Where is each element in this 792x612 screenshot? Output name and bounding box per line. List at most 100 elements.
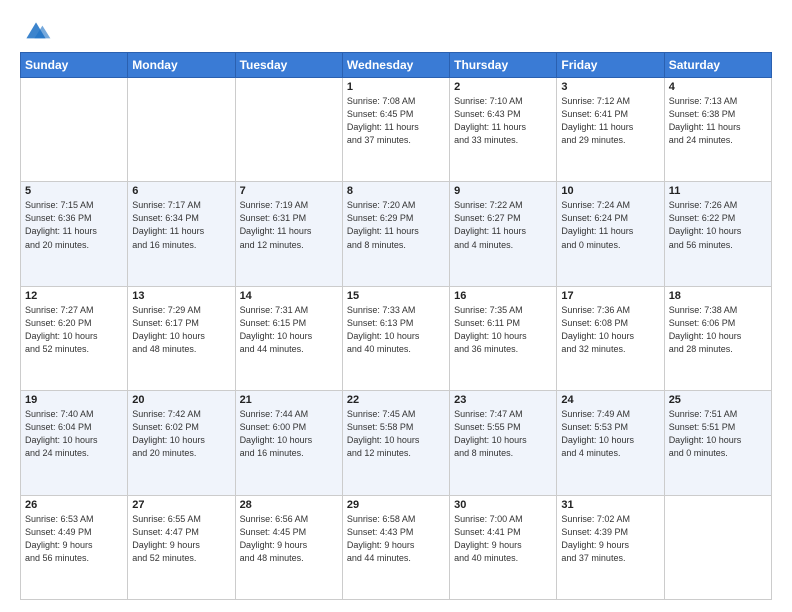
day-number: 13 <box>132 290 230 302</box>
calendar-cell: 21 Sunrise: 7:44 AM Sunset: 6:00 PM Dayli… <box>235 391 342 495</box>
weekday-header-saturday: Saturday <box>664 53 771 78</box>
week-row-1: 1 Sunrise: 7:08 AM Sunset: 6:45 PM Daylig… <box>21 78 772 182</box>
weekday-header-sunday: Sunday <box>21 53 128 78</box>
calendar-cell <box>21 78 128 182</box>
day-number: 19 <box>25 394 123 406</box>
day-number: 18 <box>669 290 767 302</box>
calendar-cell: 3 Sunrise: 7:12 AM Sunset: 6:41 PM Daylig… <box>557 78 664 182</box>
day-number: 12 <box>25 290 123 302</box>
calendar-cell: 20 Sunrise: 7:42 AM Sunset: 6:02 PM Dayli… <box>128 391 235 495</box>
calendar-cell: 4Sunrise: 7:13 AM Sunset: 6:38 PM Daylig… <box>664 78 771 182</box>
day-number: 30 <box>454 499 552 511</box>
day-number: 29 <box>347 499 445 511</box>
day-number: 17 <box>561 290 659 302</box>
day-info: Sunrise: 6:55 AM Sunset: 4:47 PM Dayligh… <box>132 513 230 565</box>
calendar-cell: 10Sunrise: 7:24 AM Sunset: 6:24 PM Dayli… <box>557 182 664 286</box>
day-info: Sunrise: 7:36 AM Sunset: 6:08 PM Dayligh… <box>561 304 659 356</box>
day-number: 8 <box>347 185 445 197</box>
day-number: 6 <box>132 185 230 197</box>
week-row-3: 12 Sunrise: 7:27 AM Sunset: 6:20 PM Dayli… <box>21 286 772 390</box>
calendar-cell: 26 Sunrise: 6:53 AM Sunset: 4:49 PM Dayli… <box>21 495 128 599</box>
calendar-cell: 25 Sunrise: 7:51 AM Sunset: 5:51 PM Dayli… <box>664 391 771 495</box>
calendar-cell: 27 Sunrise: 6:55 AM Sunset: 4:47 PM Dayli… <box>128 495 235 599</box>
day-number: 20 <box>132 394 230 406</box>
calendar-cell: 7 Sunrise: 7:19 AM Sunset: 6:31 PM Daylig… <box>235 182 342 286</box>
week-row-5: 26 Sunrise: 6:53 AM Sunset: 4:49 PM Dayli… <box>21 495 772 599</box>
day-info: Sunrise: 7:47 AM Sunset: 5:55 PM Dayligh… <box>454 408 552 460</box>
week-row-4: 19 Sunrise: 7:40 AM Sunset: 6:04 PM Dayli… <box>21 391 772 495</box>
day-number: 1 <box>347 81 445 93</box>
day-info: Sunrise: 6:58 AM Sunset: 4:43 PM Dayligh… <box>347 513 445 565</box>
day-number: 25 <box>669 394 767 406</box>
day-info: Sunrise: 7:45 AM Sunset: 5:58 PM Dayligh… <box>347 408 445 460</box>
day-number: 28 <box>240 499 338 511</box>
day-number: 27 <box>132 499 230 511</box>
calendar-cell: 8 Sunrise: 7:20 AM Sunset: 6:29 PM Daylig… <box>342 182 449 286</box>
logo <box>20 16 56 44</box>
day-info: Sunrise: 7:31 AM Sunset: 6:15 PM Dayligh… <box>240 304 338 356</box>
calendar-cell: 16Sunrise: 7:35 AM Sunset: 6:11 PM Dayli… <box>450 286 557 390</box>
weekday-header-thursday: Thursday <box>450 53 557 78</box>
day-number: 5 <box>25 185 123 197</box>
day-info: Sunrise: 7:12 AM Sunset: 6:41 PM Dayligh… <box>561 95 659 147</box>
day-info: Sunrise: 7:22 AM Sunset: 6:27 PM Dayligh… <box>454 199 552 251</box>
weekday-header-monday: Monday <box>128 53 235 78</box>
calendar-cell: 19 Sunrise: 7:40 AM Sunset: 6:04 PM Dayli… <box>21 391 128 495</box>
day-info: Sunrise: 7:15 AM Sunset: 6:36 PM Dayligh… <box>25 199 123 251</box>
calendar-cell: 9 Sunrise: 7:22 AM Sunset: 6:27 PM Daylig… <box>450 182 557 286</box>
day-number: 10 <box>561 185 659 197</box>
calendar-cell: 5 Sunrise: 7:15 AM Sunset: 6:36 PM Daylig… <box>21 182 128 286</box>
calendar-cell: 11 Sunrise: 7:26 AM Sunset: 6:22 PM Dayli… <box>664 182 771 286</box>
day-info: Sunrise: 7:02 AM Sunset: 4:39 PM Dayligh… <box>561 513 659 565</box>
day-info: Sunrise: 7:19 AM Sunset: 6:31 PM Dayligh… <box>240 199 338 251</box>
logo-icon <box>20 16 52 44</box>
day-number: 3 <box>561 81 659 93</box>
day-number: 22 <box>347 394 445 406</box>
day-info: Sunrise: 7:42 AM Sunset: 6:02 PM Dayligh… <box>132 408 230 460</box>
calendar-cell: 15 Sunrise: 7:33 AM Sunset: 6:13 PM Dayli… <box>342 286 449 390</box>
day-number: 15 <box>347 290 445 302</box>
calendar-cell <box>128 78 235 182</box>
day-info: Sunrise: 6:53 AM Sunset: 4:49 PM Dayligh… <box>25 513 123 565</box>
day-info: Sunrise: 7:40 AM Sunset: 6:04 PM Dayligh… <box>25 408 123 460</box>
day-info: Sunrise: 7:08 AM Sunset: 6:45 PM Dayligh… <box>347 95 445 147</box>
day-info: Sunrise: 7:10 AM Sunset: 6:43 PM Dayligh… <box>454 95 552 147</box>
day-info: Sunrise: 7:27 AM Sunset: 6:20 PM Dayligh… <box>25 304 123 356</box>
day-info: Sunrise: 7:51 AM Sunset: 5:51 PM Dayligh… <box>669 408 767 460</box>
calendar-cell: 1 Sunrise: 7:08 AM Sunset: 6:45 PM Daylig… <box>342 78 449 182</box>
day-number: 9 <box>454 185 552 197</box>
day-info: Sunrise: 7:35 AM Sunset: 6:11 PM Dayligh… <box>454 304 552 356</box>
day-info: Sunrise: 7:00 AM Sunset: 4:41 PM Dayligh… <box>454 513 552 565</box>
calendar-cell: 12 Sunrise: 7:27 AM Sunset: 6:20 PM Dayli… <box>21 286 128 390</box>
day-number: 14 <box>240 290 338 302</box>
day-number: 23 <box>454 394 552 406</box>
day-info: Sunrise: 7:33 AM Sunset: 6:13 PM Dayligh… <box>347 304 445 356</box>
calendar-cell: 18 Sunrise: 7:38 AM Sunset: 6:06 PM Dayli… <box>664 286 771 390</box>
day-number: 11 <box>669 185 767 197</box>
calendar-cell: 22 Sunrise: 7:45 AM Sunset: 5:58 PM Dayli… <box>342 391 449 495</box>
day-number: 7 <box>240 185 338 197</box>
calendar-cell: 28 Sunrise: 6:56 AM Sunset: 4:45 PM Dayli… <box>235 495 342 599</box>
day-number: 26 <box>25 499 123 511</box>
day-info: Sunrise: 7:38 AM Sunset: 6:06 PM Dayligh… <box>669 304 767 356</box>
weekday-header-wednesday: Wednesday <box>342 53 449 78</box>
day-number: 21 <box>240 394 338 406</box>
calendar-cell: 29 Sunrise: 6:58 AM Sunset: 4:43 PM Dayli… <box>342 495 449 599</box>
calendar-cell: 23 Sunrise: 7:47 AM Sunset: 5:55 PM Dayli… <box>450 391 557 495</box>
day-info: Sunrise: 7:49 AM Sunset: 5:53 PM Dayligh… <box>561 408 659 460</box>
day-info: Sunrise: 6:56 AM Sunset: 4:45 PM Dayligh… <box>240 513 338 565</box>
day-info: Sunrise: 7:20 AM Sunset: 6:29 PM Dayligh… <box>347 199 445 251</box>
calendar-cell: 31 Sunrise: 7:02 AM Sunset: 4:39 PM Dayli… <box>557 495 664 599</box>
calendar-table: SundayMondayTuesdayWednesdayThursdayFrid… <box>20 52 772 600</box>
day-info: Sunrise: 7:26 AM Sunset: 6:22 PM Dayligh… <box>669 199 767 251</box>
day-number: 31 <box>561 499 659 511</box>
day-info: Sunrise: 7:44 AM Sunset: 6:00 PM Dayligh… <box>240 408 338 460</box>
calendar-cell: 6Sunrise: 7:17 AM Sunset: 6:34 PM Daylig… <box>128 182 235 286</box>
header <box>20 16 772 44</box>
weekday-header-tuesday: Tuesday <box>235 53 342 78</box>
day-number: 2 <box>454 81 552 93</box>
calendar-cell: 13Sunrise: 7:29 AM Sunset: 6:17 PM Dayli… <box>128 286 235 390</box>
day-number: 4 <box>669 81 767 93</box>
calendar-cell: 24Sunrise: 7:49 AM Sunset: 5:53 PM Dayli… <box>557 391 664 495</box>
calendar-cell: 30 Sunrise: 7:00 AM Sunset: 4:41 PM Dayli… <box>450 495 557 599</box>
